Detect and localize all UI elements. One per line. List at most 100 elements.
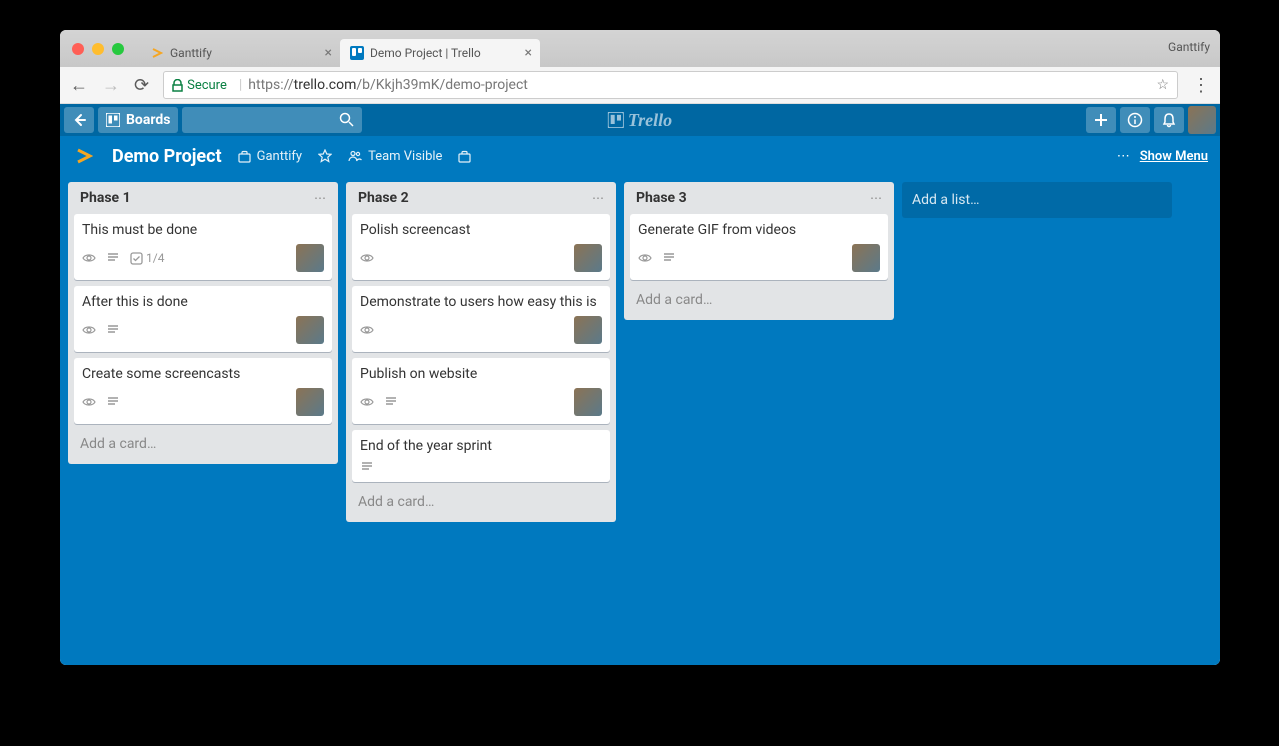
checklist-count: 1/4 <box>146 251 164 265</box>
visibility-label: Team Visible <box>368 149 442 164</box>
checklist-icon <box>130 252 143 265</box>
eye-icon <box>360 251 374 265</box>
address-bar[interactable]: Secure | https://trello.com/b/Kkjh39mK/d… <box>163 71 1178 99</box>
info-icon <box>1127 112 1143 128</box>
back-to-home-button[interactable] <box>64 107 94 133</box>
bell-icon <box>1161 112 1177 128</box>
window-minimize-button[interactable] <box>92 43 104 55</box>
card-badges <box>360 244 602 272</box>
list: Phase 3 ⋯ Generate GIF from videos Add a… <box>624 182 894 320</box>
browser-tab-trello[interactable]: Demo Project | Trello × <box>340 39 540 67</box>
card[interactable]: Publish on website <box>352 358 610 424</box>
visibility-button[interactable]: Team Visible <box>348 149 442 164</box>
list-menu-button[interactable]: ⋯ <box>314 191 326 205</box>
create-button[interactable] <box>1086 107 1116 133</box>
card[interactable]: Polish screencast <box>352 214 610 280</box>
list: Phase 2 ⋯ Polish screencast Demonstrate … <box>346 182 616 522</box>
eye-icon <box>638 251 652 265</box>
url-path: /b/Kkjh39mK/demo-project <box>356 77 528 93</box>
member-avatar[interactable] <box>852 244 880 272</box>
extension-label: Ganttify <box>1168 40 1210 54</box>
member-avatar[interactable] <box>574 244 602 272</box>
reload-button[interactable]: ⟳ <box>134 75 149 96</box>
search-icon <box>339 112 354 127</box>
browser-toolbar: ← → ⟳ Secure | https://trello.com/b/Kkjh… <box>60 67 1220 104</box>
card-badges <box>638 244 880 272</box>
member-avatar[interactable] <box>296 244 324 272</box>
card-title: Create some screencasts <box>82 366 324 382</box>
card-title: After this is done <box>82 294 324 310</box>
notifications-button[interactable] <box>1154 107 1184 133</box>
list-title[interactable]: Phase 3 <box>636 190 870 206</box>
search-input[interactable] <box>182 107 362 133</box>
logo-text: Trello <box>628 110 672 131</box>
secure-label: Secure <box>187 78 227 93</box>
board-title[interactable]: Demo Project <box>112 146 222 167</box>
card-badges <box>360 460 602 474</box>
card[interactable]: Demonstrate to users how easy this is <box>352 286 610 352</box>
browser-menu-button[interactable]: ⋮ <box>1192 75 1210 96</box>
member-avatar[interactable] <box>574 316 602 344</box>
card-title: End of the year sprint <box>360 438 602 454</box>
team-link[interactable]: Ganttify <box>238 149 302 164</box>
star-icon <box>318 149 332 163</box>
list-menu-button[interactable]: ⋯ <box>592 191 604 205</box>
trello-header: Boards Trello <box>60 104 1220 136</box>
lock-icon <box>172 79 183 92</box>
briefcase-icon <box>458 150 471 163</box>
description-icon <box>106 251 120 265</box>
description-icon <box>360 460 374 474</box>
boards-icon <box>106 113 120 127</box>
trello-logo[interactable]: Trello <box>608 110 672 131</box>
list-menu-button[interactable]: ⋯ <box>870 191 882 205</box>
window-maximize-button[interactable] <box>112 43 124 55</box>
tab-close-icon[interactable]: × <box>325 45 332 61</box>
card[interactable]: Generate GIF from videos <box>630 214 888 280</box>
member-avatar[interactable] <box>296 388 324 416</box>
card-title: Publish on website <box>360 366 602 382</box>
back-button[interactable]: ← <box>70 75 88 96</box>
card-badges <box>360 388 602 416</box>
secure-indicator: Secure <box>172 78 227 93</box>
member-avatar[interactable] <box>574 388 602 416</box>
bookmark-star-icon[interactable]: ☆ <box>1156 77 1169 93</box>
star-board-button[interactable] <box>318 149 332 163</box>
browser-window: Ganttify × Demo Project | Trello × Gantt… <box>60 30 1220 665</box>
more-icon[interactable]: ⋯ <box>1117 149 1130 164</box>
card-badges <box>82 388 324 416</box>
browser-tab-ganttify[interactable]: Ganttify × <box>140 39 340 67</box>
card[interactable]: End of the year sprint <box>352 430 610 482</box>
card-badges <box>82 316 324 344</box>
show-menu-button[interactable]: Show Menu <box>1140 149 1208 164</box>
list-title[interactable]: Phase 1 <box>80 190 314 206</box>
card[interactable]: This must be done 1/4 <box>74 214 332 280</box>
card[interactable]: After this is done <box>74 286 332 352</box>
forward-button[interactable]: → <box>102 75 120 96</box>
list-header: Phase 3 ⋯ <box>630 188 888 208</box>
add-card-button[interactable]: Add a card… <box>74 430 332 458</box>
favicon-trello <box>350 46 364 60</box>
add-list-button[interactable]: Add a list… <box>902 182 1172 218</box>
board-extras-button[interactable] <box>458 150 471 163</box>
eye-icon <box>82 395 96 409</box>
board-canvas: Phase 1 ⋯ This must be done 1/4 After th… <box>60 176 1220 665</box>
member-avatar[interactable] <box>296 316 324 344</box>
boards-label: Boards <box>126 112 170 128</box>
card-badges <box>360 316 602 344</box>
card-title: Polish screencast <box>360 222 602 238</box>
plus-icon <box>1094 113 1108 127</box>
list-title[interactable]: Phase 2 <box>358 190 592 206</box>
description-icon <box>106 395 120 409</box>
add-card-button[interactable]: Add a card… <box>352 488 610 516</box>
eye-icon <box>82 251 96 265</box>
favicon-ganttify <box>150 46 164 60</box>
tab-close-icon[interactable]: × <box>525 45 532 61</box>
info-button[interactable] <box>1120 107 1150 133</box>
window-close-button[interactable] <box>72 43 84 55</box>
card[interactable]: Create some screencasts <box>74 358 332 424</box>
trello-logo-icon <box>608 112 624 128</box>
boards-button[interactable]: Boards <box>98 107 178 133</box>
eye-icon <box>360 395 374 409</box>
user-avatar[interactable] <box>1188 106 1216 134</box>
add-card-button[interactable]: Add a card… <box>630 286 888 314</box>
